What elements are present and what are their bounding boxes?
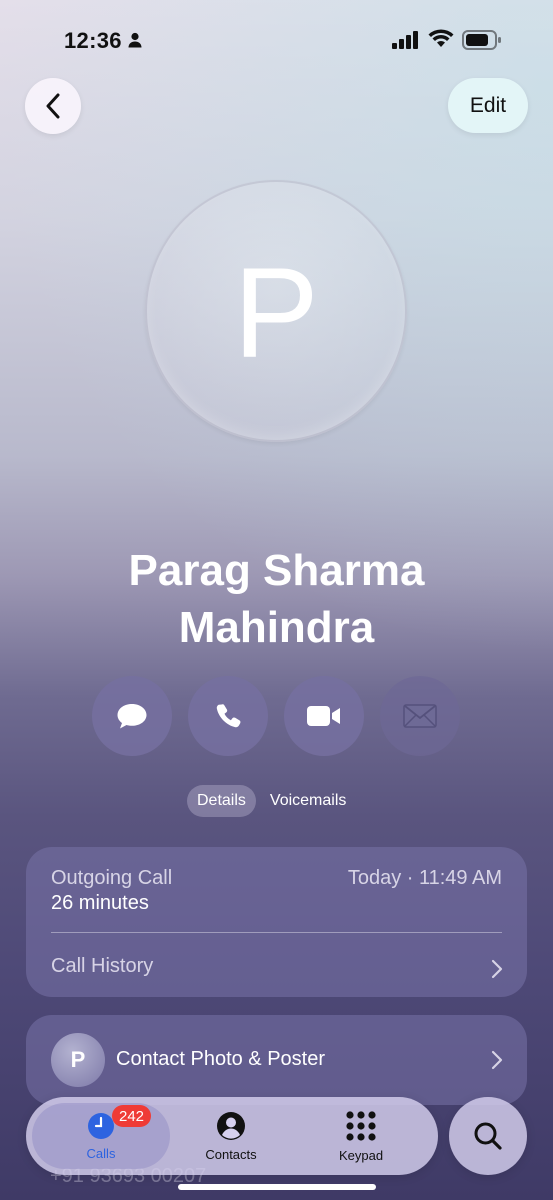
tab-contacts-label: Contacts xyxy=(205,1146,257,1162)
clock-icon xyxy=(88,1112,114,1139)
poster-avatar: P xyxy=(51,1033,105,1087)
call-history-row[interactable]: Call History xyxy=(26,933,527,997)
tab-keypad-label: Keypad xyxy=(338,1147,384,1163)
message-icon xyxy=(117,704,147,729)
contact-avatar[interactable]: P xyxy=(145,180,407,442)
segmented-control: Details Voicemails xyxy=(187,785,356,817)
phone-icon xyxy=(216,704,241,728)
back-button[interactable] xyxy=(25,78,81,134)
keypad-icon xyxy=(346,1110,376,1141)
call-button[interactable] xyxy=(188,676,268,756)
quick-actions xyxy=(92,676,460,756)
tab-keypad[interactable]: Keypad xyxy=(306,1097,416,1175)
call-duration: 26 minutes xyxy=(51,892,149,914)
tab-contacts[interactable]: Contacts xyxy=(176,1097,286,1175)
mail-button[interactable] xyxy=(380,676,460,756)
tab-details[interactable]: Details xyxy=(187,785,256,817)
video-button[interactable] xyxy=(284,676,364,756)
status-time: 12:36 xyxy=(64,28,122,53)
search-icon xyxy=(474,1122,502,1150)
home-indicator xyxy=(178,1184,376,1190)
status-bar: 12:36 xyxy=(0,0,553,80)
contact-photo-poster-label: Contact Photo & Poster xyxy=(116,1048,326,1070)
contact-name: Parag Sharma Mahindra xyxy=(0,542,553,656)
person-icon xyxy=(128,32,142,48)
recent-call-card: Outgoing Call 26 minutes Today · 11:49 A… xyxy=(26,847,527,997)
person-circle-icon xyxy=(217,1111,245,1140)
contact-photo-poster-row[interactable]: P Contact Photo & Poster xyxy=(26,1015,527,1105)
message-button[interactable] xyxy=(92,676,172,756)
contact-name-line2: Mahindra xyxy=(178,603,375,652)
call-type: Outgoing Call xyxy=(51,867,173,889)
edit-button[interactable]: Edit xyxy=(448,78,528,133)
call-history-label: Call History xyxy=(51,955,154,977)
chevron-left-icon xyxy=(46,93,60,119)
mail-icon xyxy=(403,704,437,728)
signal-icon xyxy=(392,31,418,49)
missed-calls-badge: 242 xyxy=(112,1105,152,1127)
wifi-icon xyxy=(428,29,454,47)
chevron-right-icon xyxy=(491,1050,503,1070)
tab-bar: Calls 242 Contacts Keypad xyxy=(26,1097,438,1175)
chevron-right-icon xyxy=(491,959,503,979)
video-camera-icon xyxy=(307,706,340,726)
contact-name-line1: Parag Sharma xyxy=(128,546,425,595)
call-timestamp: Today · 11:49 AM xyxy=(347,867,502,889)
battery-icon xyxy=(462,30,501,50)
search-button[interactable] xyxy=(449,1097,527,1175)
tab-calls-label: Calls xyxy=(86,1145,116,1161)
avatar-initial: P xyxy=(233,242,319,385)
tab-voicemails[interactable]: Voicemails xyxy=(260,785,356,817)
